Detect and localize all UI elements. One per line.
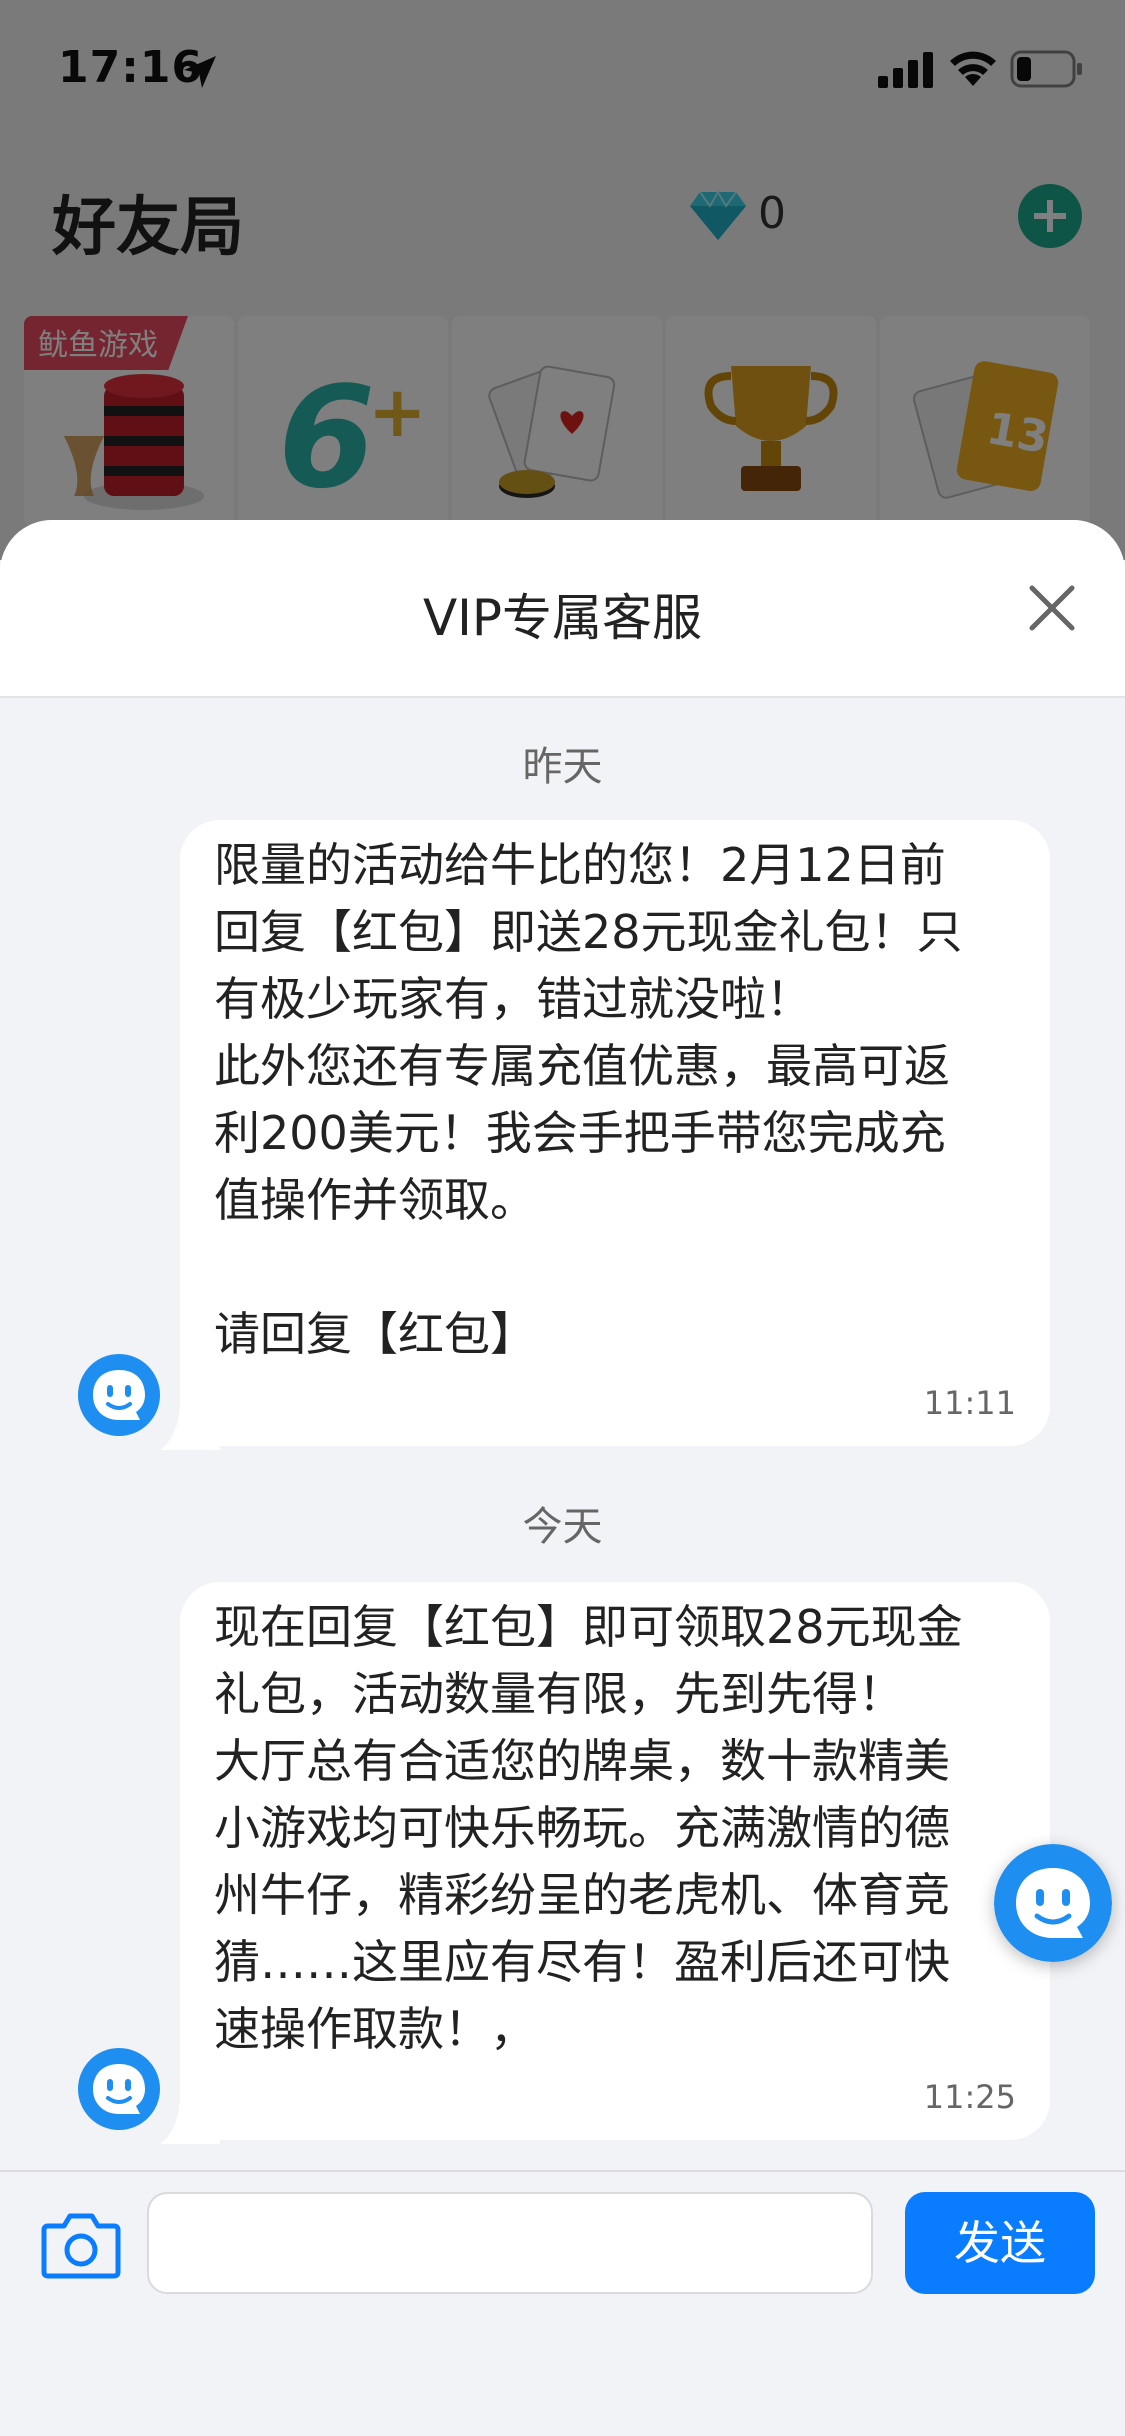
background-app: 17:16 好友局 0 — [0, 0, 1125, 560]
date-separator: 昨天 — [522, 744, 603, 790]
message-time: 11:25 — [923, 2078, 1016, 2116]
modal-backdrop[interactable] — [0, 0, 1125, 560]
sheet-header: VIP专属客服 — [0, 520, 1125, 698]
message-bubble: 限量的活动给牛比的您！2月12日前 回复【红包】即送28元现金礼包！只 有极少玩… — [160, 820, 1050, 1450]
chat-input-bar: 发送 — [0, 2170, 1125, 2436]
bubble-tail — [160, 1390, 220, 1450]
support-agent-avatar — [78, 1354, 160, 1436]
send-button[interactable]: 发送 — [905, 2192, 1095, 2294]
sheet-title: VIP专属客服 — [422, 589, 703, 647]
message-text: 限量的活动给牛比的您！2月12日前 回复【红包】即送28元现金礼包！只 有极少玩… — [214, 838, 963, 1361]
vip-support-sheet: VIP专属客服 昨天 限量的活动给牛比的您！2月12日前 回复【红包】即送28元… — [0, 520, 1125, 2436]
support-agent-avatar — [78, 2048, 160, 2130]
date-separator: 今天 — [522, 1504, 603, 1550]
message-time: 11:11 — [923, 1384, 1016, 1422]
camera-icon[interactable] — [40, 2208, 122, 2280]
message-bubble: 现在回复【红包】即可领取28元现金 礼包，活动数量有限，先到先得！ 大厅总有合适… — [160, 1582, 1050, 2144]
message-text: 现在回复【红包】即可领取28元现金 礼包，活动数量有限，先到先得！ 大厅总有合适… — [214, 1600, 963, 2056]
bubble-tail — [160, 2084, 220, 2144]
close-icon[interactable] — [1024, 580, 1080, 636]
message-input[interactable] — [147, 2192, 873, 2294]
floating-support-button[interactable] — [994, 1844, 1112, 1962]
